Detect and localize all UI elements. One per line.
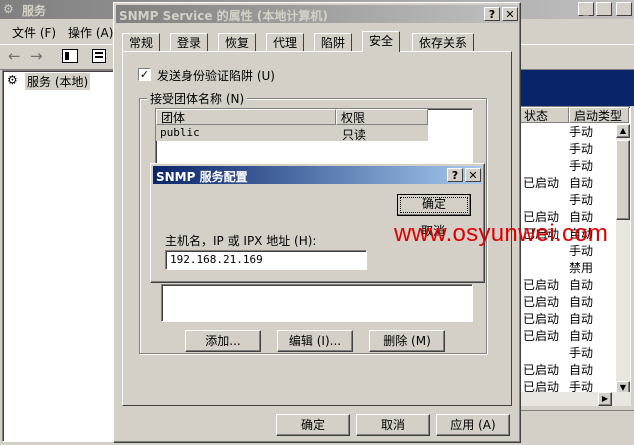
main-window-title: 服务 bbox=[22, 4, 47, 18]
tab-general[interactable]: 常规 bbox=[122, 33, 161, 51]
tab-recovery[interactable]: 恢复 bbox=[218, 33, 257, 51]
scroll-thumb[interactable] bbox=[616, 140, 630, 220]
service-startup-type: 手动 bbox=[569, 142, 594, 156]
service-startup-type: 自动 bbox=[569, 312, 594, 326]
services-gear-icon: ⚙ bbox=[7, 73, 18, 87]
table-row[interactable]: 已启动 自动 bbox=[519, 175, 616, 192]
table-row[interactable]: 手动 bbox=[519, 141, 616, 158]
config-close-button[interactable]: ✕ bbox=[465, 168, 481, 182]
service-startup-type: 自动 bbox=[569, 176, 594, 190]
table-row[interactable]: 已启动 自动 bbox=[519, 294, 616, 311]
tab-traps[interactable]: 陷阱 bbox=[314, 33, 353, 51]
community-name: public bbox=[160, 126, 200, 139]
properties-cancel-button[interactable]: 取消 bbox=[356, 414, 430, 436]
delete-button[interactable]: 删除 (M) bbox=[369, 330, 445, 352]
community-group-label: 接受团体名称 (N) bbox=[147, 90, 248, 107]
table-row[interactable]: 手动 bbox=[519, 158, 616, 175]
tab-agent[interactable]: 代理 bbox=[266, 33, 305, 51]
table-row[interactable]: 手动 bbox=[519, 345, 616, 362]
tab-logon[interactable]: 登录 bbox=[170, 33, 209, 51]
properties-titlebar[interactable]: SNMP Service 的属性 (本地计算机) ? ✕ bbox=[116, 5, 518, 23]
config-help-button[interactable]: ? bbox=[447, 168, 463, 182]
table-row[interactable]: 已启动 自动 bbox=[519, 277, 616, 294]
table-row[interactable]: 手动 bbox=[519, 124, 616, 141]
properties-ok-button[interactable]: 确定 bbox=[276, 414, 350, 436]
table-row[interactable]: 手动 bbox=[519, 192, 616, 209]
service-startup-type: 禁用 bbox=[569, 261, 594, 275]
close-button[interactable]: ✕ bbox=[616, 2, 632, 16]
community-row[interactable]: public 只读 bbox=[156, 125, 428, 142]
config-ok-button[interactable]: 确定 bbox=[397, 194, 471, 216]
service-status: 已启动 bbox=[523, 312, 560, 326]
service-status: 已启动 bbox=[523, 329, 560, 343]
service-startup-type: 自动 bbox=[569, 295, 594, 309]
config-titlebar[interactable]: SNMP 服务配置 ? ✕ bbox=[153, 166, 482, 184]
tree-pane[interactable]: ⚙ 服务 (本地) bbox=[2, 70, 114, 442]
back-arrow-icon[interactable]: ← bbox=[8, 47, 21, 65]
auth-trap-label[interactable]: 发送身份验证陷阱 (U) bbox=[157, 67, 275, 84]
accepted-hosts-list[interactable] bbox=[161, 284, 473, 322]
scroll-up-arrow-icon[interactable]: ▲ bbox=[616, 124, 630, 138]
maximize-button[interactable]: □ bbox=[596, 2, 612, 16]
host-label: 主机名，IP 或 IPX 地址 (H): bbox=[165, 234, 317, 248]
column-startup-type[interactable]: 启动类型 bbox=[569, 107, 629, 123]
tab-dependencies[interactable]: 依存关系 bbox=[412, 33, 475, 51]
services-rows: 手动 手动 手动 已启动 自动 手动 已启动 自动 已启动 自动 手动 禁用 已启动 自动 已启动 自动 已启动… bbox=[519, 124, 616, 395]
service-startup-type: 手动 bbox=[569, 159, 594, 173]
services-list[interactable]: 状态 启动类型 手动 手动 手动 已启动 自动 手动 已启动 自动 已启动 自动 手动 禁用 已启动 自动… bbox=[518, 106, 631, 396]
service-status: 已启动 bbox=[523, 278, 560, 292]
show-hide-tree-icon[interactable] bbox=[62, 49, 78, 63]
service-startup-type: 自动 bbox=[569, 329, 594, 343]
table-row[interactable]: 已启动 自动 bbox=[519, 362, 616, 379]
help-button[interactable]: ? bbox=[484, 7, 500, 21]
service-startup-type: 手动 bbox=[569, 193, 594, 207]
service-status: 已启动 bbox=[523, 363, 560, 377]
host-input-value: 192.168.21.169 bbox=[170, 253, 263, 266]
auth-trap-checkbox[interactable]: ✓ bbox=[138, 68, 151, 81]
properties-title: SNMP Service 的属性 (本地计算机) bbox=[119, 9, 328, 23]
tree-item-services-local[interactable]: 服务 (本地) bbox=[25, 73, 91, 90]
properties-close-button[interactable]: ✕ bbox=[502, 7, 518, 21]
service-status: 已启动 bbox=[523, 176, 560, 190]
edit-button[interactable]: 编辑 (I)... bbox=[277, 330, 353, 352]
service-startup-type: 手动 bbox=[569, 125, 594, 139]
table-row[interactable]: 已启动 自动 bbox=[519, 328, 616, 345]
host-input[interactable]: 192.168.21.169 bbox=[165, 250, 367, 270]
column-community[interactable]: 团体 bbox=[156, 109, 336, 125]
service-status: 已启动 bbox=[523, 295, 560, 309]
tab-security[interactable]: 安全 bbox=[362, 31, 401, 52]
vertical-scrollbar[interactable]: ▲ ▼ bbox=[616, 124, 630, 395]
service-startup-type: 自动 bbox=[569, 363, 594, 377]
tab-strip: 常规 登录 恢复 代理 陷阱 安全 依存关系 bbox=[122, 31, 514, 52]
right-header-band bbox=[518, 70, 634, 106]
table-row[interactable]: 禁用 bbox=[519, 260, 616, 277]
horizontal-scrollbar[interactable]: ▶ bbox=[518, 392, 631, 406]
column-rights[interactable]: 权限 bbox=[336, 109, 428, 125]
menu-file[interactable]: 文件 (F) bbox=[12, 24, 56, 41]
config-title: SNMP 服务配置 bbox=[156, 170, 248, 184]
status-bar bbox=[518, 410, 634, 441]
properties-icon[interactable] bbox=[92, 49, 106, 63]
community-rights: 只读 bbox=[342, 128, 367, 142]
table-row[interactable]: 已启动 自动 bbox=[519, 311, 616, 328]
menu-action[interactable]: 操作 (A) bbox=[68, 24, 113, 41]
services-app-icon: ⚙ bbox=[3, 2, 14, 16]
service-startup-type: 手动 bbox=[569, 346, 594, 360]
minimize-button[interactable]: _ bbox=[578, 2, 594, 16]
scroll-right-arrow-icon[interactable]: ▶ bbox=[598, 392, 612, 406]
apply-button[interactable]: 应用 (A) bbox=[436, 414, 510, 436]
add-button[interactable]: 添加... bbox=[185, 330, 261, 352]
column-status[interactable]: 状态 bbox=[519, 107, 569, 123]
forward-arrow-icon[interactable]: → bbox=[30, 47, 43, 65]
watermark: www.osyunwei.com bbox=[394, 220, 609, 247]
service-startup-type: 自动 bbox=[569, 278, 594, 292]
